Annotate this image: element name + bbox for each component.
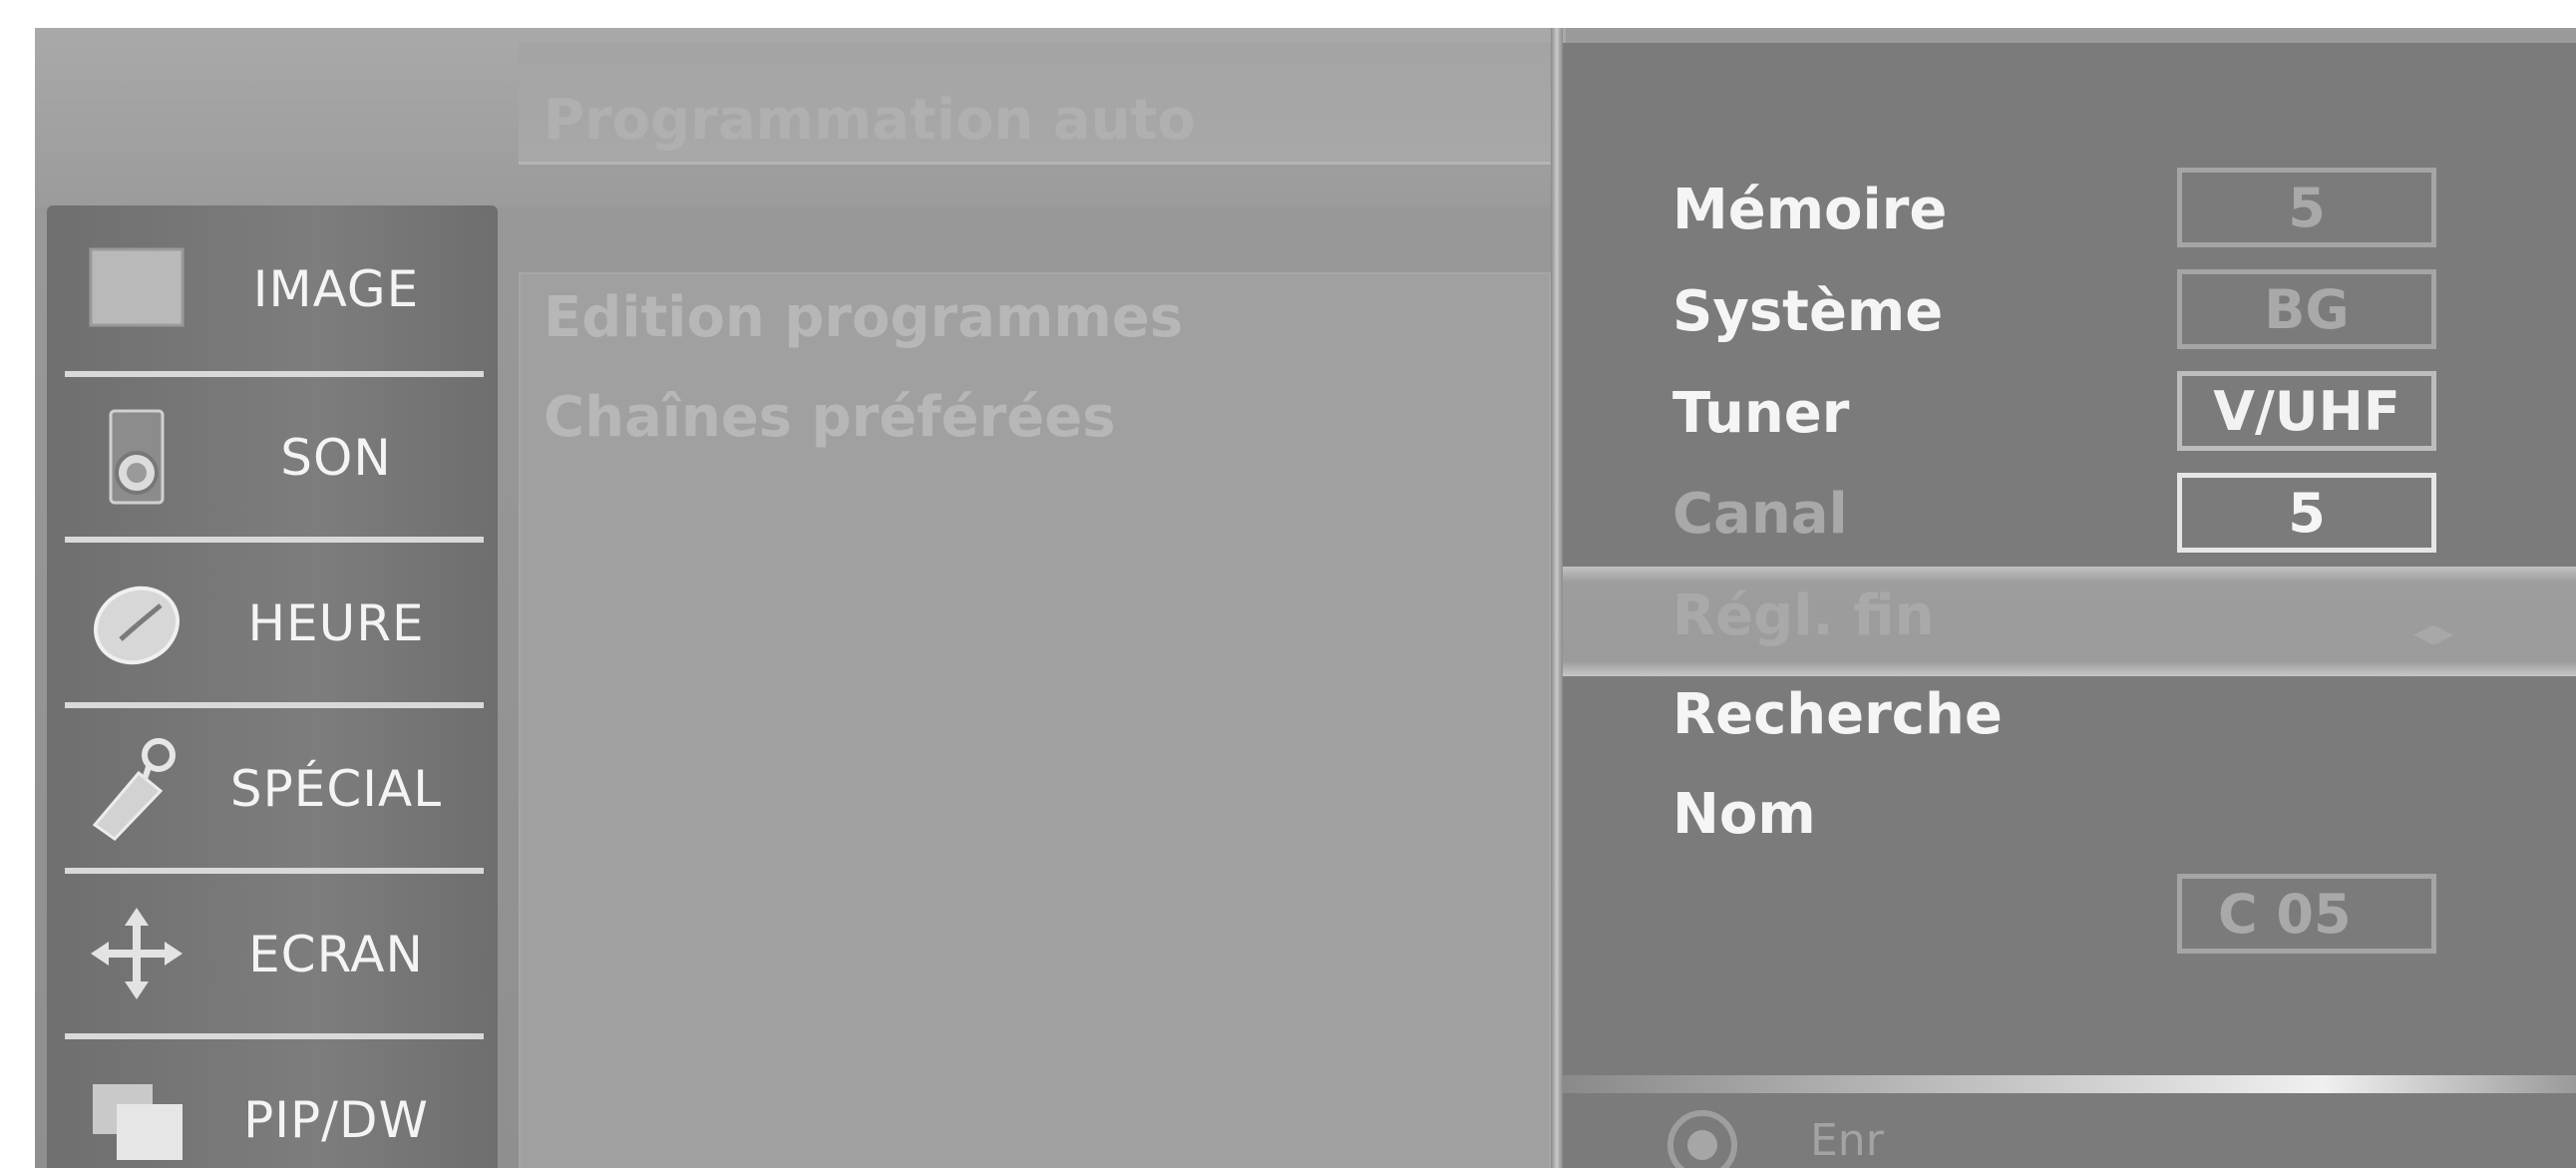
tuner-value[interactable]: V/UHF <box>2177 371 2436 451</box>
menu-item-chaines-preferees[interactable]: Chaînes préférées <box>544 385 1116 450</box>
left-right-arrows-icon[interactable]: ◂▸ <box>2413 609 2453 655</box>
image-icon <box>87 241 186 329</box>
footer-divider <box>1563 1075 2576 1093</box>
save-label: Enr <box>1810 1115 1884 1166</box>
canal-label: Canal <box>1672 482 1848 547</box>
menu-item-edition-programmes[interactable]: Edition programmes <box>544 285 1183 350</box>
memoire-value[interactable]: 5 <box>2177 168 2436 247</box>
regl-fin-label: Régl. fin <box>1672 584 1935 648</box>
move-arrows-icon <box>87 908 186 999</box>
recherche-label[interactable]: Recherche <box>1672 682 2003 747</box>
nom-value[interactable]: C 05 <box>2177 874 2436 954</box>
nom-label: Nom <box>1672 782 1816 847</box>
tv-osd-screen: IMAGE SON HEURE SPÉCIAL ECRAN PIP/DW Pro… <box>35 28 2576 1168</box>
category-label: PIP/DW <box>243 1091 429 1149</box>
pip-icon <box>87 1075 186 1163</box>
category-pip[interactable]: PIP/DW <box>47 1039 498 1168</box>
category-special[interactable]: SPÉCIAL <box>47 708 498 868</box>
panel-divider <box>1551 28 1563 1168</box>
category-sidebar: IMAGE SON HEURE SPÉCIAL ECRAN PIP/DW <box>47 205 498 1168</box>
clock-icon <box>87 579 186 666</box>
category-heure[interactable]: HEURE <box>47 543 498 702</box>
category-label: ECRAN <box>248 926 424 983</box>
systeme-label: Système <box>1672 279 1944 344</box>
menu-item-label: Programmation auto <box>544 88 1196 153</box>
category-son[interactable]: SON <box>47 377 498 537</box>
category-image[interactable]: IMAGE <box>47 205 498 365</box>
systeme-value[interactable]: BG <box>2177 269 2436 349</box>
category-ecran[interactable]: ECRAN <box>47 874 498 1033</box>
speaker-icon <box>87 409 186 505</box>
memoire-label: Mémoire <box>1672 178 1948 242</box>
category-label: SON <box>280 429 392 487</box>
category-label: IMAGE <box>252 260 420 318</box>
category-label: HEURE <box>247 594 425 652</box>
tuner-label: Tuner <box>1672 381 1850 446</box>
tag-icon <box>87 738 186 841</box>
category-label: SPÉCIAL <box>229 760 443 818</box>
canal-value[interactable]: 5 <box>2177 473 2436 553</box>
